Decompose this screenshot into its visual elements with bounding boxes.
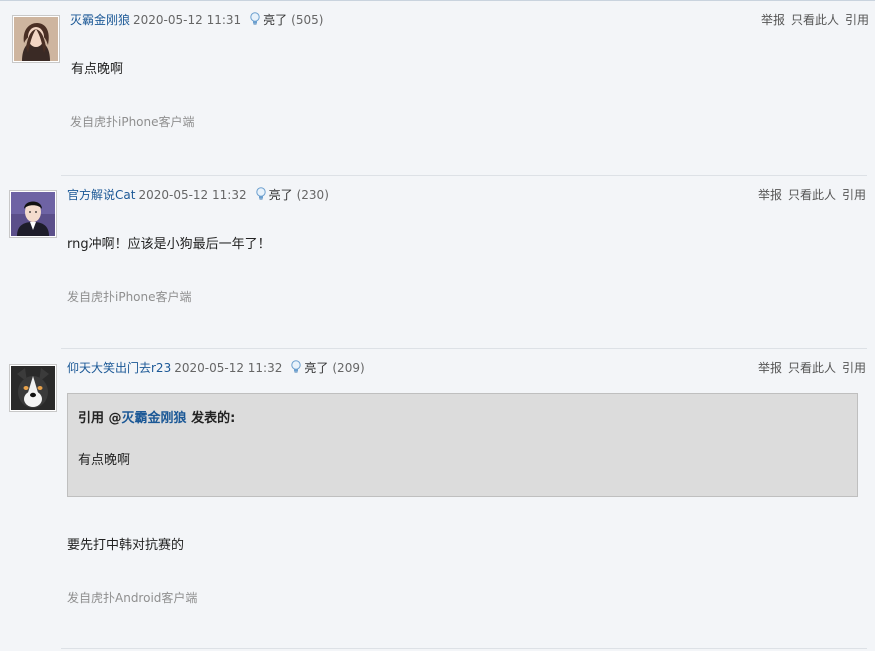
- quote-prefix: 引用 @: [78, 411, 122, 426]
- light-count: (505): [291, 13, 324, 27]
- post-header: 官方解说Cat 2020-05-12 11:32 亮了 (230): [67, 187, 329, 203]
- quote-link[interactable]: 引用: [842, 361, 866, 375]
- username-link[interactable]: 仰天大笑出门去r23: [67, 361, 171, 375]
- username-link[interactable]: 官方解说Cat: [67, 188, 135, 202]
- user-avatar-dog-icon: [11, 366, 55, 410]
- user-avatar[interactable]: [12, 15, 60, 63]
- post-source: 发自虎扑iPhone客户端: [67, 290, 192, 304]
- quote-username-link[interactable]: 灭霸金刚狼: [122, 411, 187, 426]
- light-button[interactable]: 亮了: [304, 361, 328, 375]
- post-source: 发自虎扑Android客户端: [67, 591, 198, 605]
- post-actions: 举报 只看此人 引用: [752, 187, 866, 203]
- post-time: 2020-05-12 11:32: [174, 361, 283, 375]
- quote-header: 引用 @灭霸金刚狼 发表的:: [78, 407, 235, 426]
- light-button[interactable]: 亮了: [269, 188, 293, 202]
- user-avatar[interactable]: [9, 190, 57, 238]
- quote-content: 有点晚啊: [78, 453, 131, 468]
- top-border: [0, 0, 875, 1]
- user-avatar-man-icon: [11, 192, 55, 236]
- only-this-user-link[interactable]: 只看此人: [788, 361, 836, 375]
- report-link[interactable]: 举报: [758, 361, 782, 375]
- username-link[interactable]: 灭霸金刚狼: [70, 13, 130, 27]
- quote-block: 引用 @灭霸金刚狼 发表的: 有点晚啊: [67, 393, 858, 497]
- post-divider: [61, 348, 867, 349]
- only-this-user-link[interactable]: 只看此人: [788, 188, 836, 202]
- post-source: 发自虎扑iPhone客户端: [70, 115, 195, 129]
- quote-suffix: 发表的:: [186, 411, 236, 426]
- post-divider: [61, 175, 867, 176]
- lightbulb-icon[interactable]: [255, 187, 267, 201]
- light-count: (209): [332, 361, 365, 375]
- user-avatar[interactable]: [9, 364, 57, 412]
- post-content: rng冲啊！应该是小狗最后一年了！: [67, 237, 271, 252]
- light-button[interactable]: 亮了: [263, 13, 287, 27]
- post-content: 有点晚啊: [71, 62, 124, 77]
- only-this-user-link[interactable]: 只看此人: [791, 13, 839, 27]
- post-content: 要先打中韩对抗赛的: [67, 538, 185, 553]
- post-time: 2020-05-12 11:31: [133, 13, 242, 27]
- report-link[interactable]: 举报: [758, 188, 782, 202]
- post-divider: [61, 648, 867, 649]
- light-count: (230): [296, 188, 329, 202]
- post-header: 仰天大笑出门去r23 2020-05-12 11:32 亮了 (209): [67, 360, 365, 376]
- quote-link[interactable]: 引用: [845, 13, 869, 27]
- post-time: 2020-05-12 11:32: [138, 188, 247, 202]
- post-actions: 举报 只看此人 引用: [755, 12, 869, 28]
- lightbulb-icon[interactable]: [249, 12, 261, 26]
- quote-link[interactable]: 引用: [842, 188, 866, 202]
- post-actions: 举报 只看此人 引用: [752, 360, 866, 376]
- report-link[interactable]: 举报: [761, 13, 785, 27]
- lightbulb-icon[interactable]: [290, 360, 302, 374]
- user-avatar-woman-icon: [14, 17, 58, 61]
- post-header: 灭霸金刚狼 2020-05-12 11:31 亮了 (505): [70, 12, 323, 28]
